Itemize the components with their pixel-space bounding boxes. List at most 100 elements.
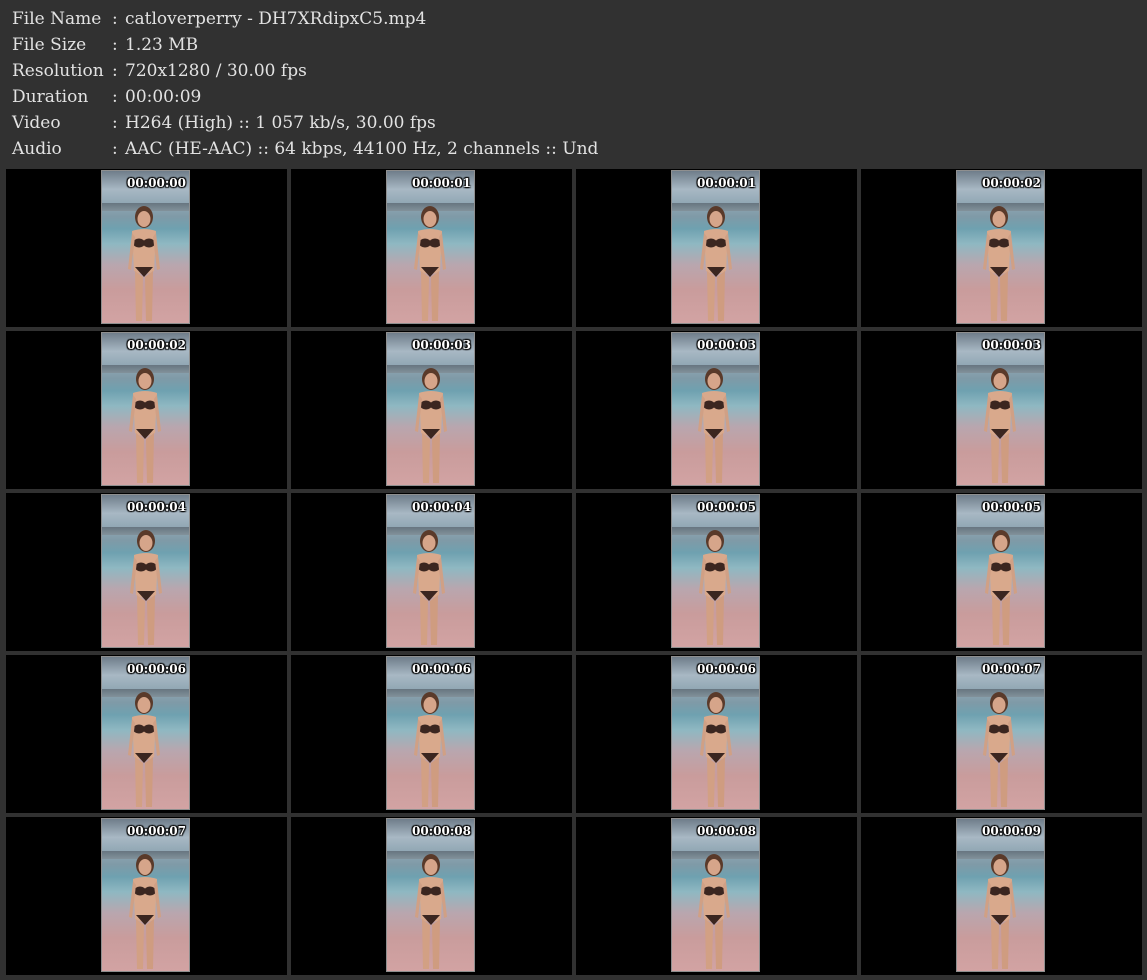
thumbnail-timestamp: 00:00:02 (127, 338, 186, 352)
video-frame-thumbnail: 00:00:09 (956, 818, 1045, 972)
info-value: 00:00:09 (125, 87, 202, 107)
info-value: 1.23 MB (125, 35, 199, 55)
thumbnail-grid: 00:00:00 00:00:01 00:00:01 00:00:02 00:00:02… (6, 169, 1143, 977)
info-value: AAC (HE-AAC) :: 64 kbps, 44100 Hz, 2 cha… (125, 139, 599, 159)
info-row-file-size: File Size : 1.23 MB (12, 32, 1132, 58)
person-figure (700, 692, 732, 807)
thumbnail-cell: 00:00:05 (576, 493, 857, 651)
thumbnail-timestamp: 00:00:07 (127, 824, 186, 838)
thumbnail-timestamp: 00:00:08 (412, 824, 471, 838)
person-figure (128, 206, 160, 321)
video-frame-thumbnail: 00:00:03 (956, 332, 1045, 486)
thumbnail-timestamp: 00:00:06 (697, 662, 756, 676)
person-figure (698, 854, 730, 969)
thumbnail-cell: 00:00:07 (861, 655, 1142, 813)
person-figure (129, 368, 161, 483)
info-label: Audio (12, 139, 62, 159)
info-separator: : (112, 139, 118, 159)
thumbnail-timestamp: 00:00:03 (697, 338, 756, 352)
thumbnail-cell: 00:00:07 (6, 817, 287, 975)
thumbnail-timestamp: 00:00:01 (697, 176, 756, 190)
person-figure (414, 692, 446, 807)
file-info-panel: File Name : catloverperry - DH7XRdipxC5.… (12, 6, 1132, 166)
thumbnail-timestamp: 00:00:02 (982, 176, 1041, 190)
video-frame-thumbnail: 00:00:04 (101, 494, 190, 648)
thumbnail-cell: 00:00:02 (861, 169, 1142, 327)
thumbnail-cell: 00:00:01 (291, 169, 572, 327)
person-figure (698, 368, 730, 483)
person-figure (984, 368, 1016, 483)
video-frame-thumbnail: 00:00:02 (956, 170, 1045, 324)
video-frame-thumbnail: 00:00:06 (386, 656, 475, 810)
thumbnail-timestamp: 00:00:03 (982, 338, 1041, 352)
person-figure (128, 692, 160, 807)
person-figure (699, 530, 731, 645)
thumbnail-cell: 00:00:08 (576, 817, 857, 975)
person-figure (413, 530, 445, 645)
thumbnail-cell: 00:00:06 (576, 655, 857, 813)
info-separator: : (112, 113, 118, 133)
thumbnail-cell: 00:00:04 (291, 493, 572, 651)
info-separator: : (112, 9, 118, 29)
person-figure (415, 368, 447, 483)
thumbnail-timestamp: 00:00:05 (982, 500, 1041, 514)
thumbnail-timestamp: 00:00:03 (412, 338, 471, 352)
thumbnail-timestamp: 00:00:06 (127, 662, 186, 676)
thumbnail-cell: 00:00:06 (6, 655, 287, 813)
video-frame-thumbnail: 00:00:01 (386, 170, 475, 324)
info-row-file-name: File Name : catloverperry - DH7XRdipxC5.… (12, 6, 1132, 32)
person-figure (984, 854, 1016, 969)
thumbnail-timestamp: 00:00:08 (697, 824, 756, 838)
info-separator: : (112, 87, 118, 107)
video-frame-thumbnail: 00:00:08 (671, 818, 760, 972)
person-figure (415, 854, 447, 969)
thumbnail-timestamp: 00:00:04 (127, 500, 186, 514)
info-label: Resolution (12, 61, 104, 81)
thumbnail-timestamp: 00:00:09 (982, 824, 1041, 838)
thumbnail-timestamp: 00:00:01 (412, 176, 471, 190)
thumbnail-timestamp: 00:00:00 (127, 176, 186, 190)
thumbnail-cell: 00:00:05 (861, 493, 1142, 651)
info-label: Duration (12, 87, 89, 107)
video-frame-thumbnail: 00:00:05 (671, 494, 760, 648)
info-row-duration: Duration : 00:00:09 (12, 84, 1132, 110)
info-separator: : (112, 61, 118, 81)
person-figure (129, 854, 161, 969)
person-figure (983, 692, 1015, 807)
info-label: Video (12, 113, 61, 133)
info-row-audio: Audio : AAC (HE-AAC) :: 64 kbps, 44100 H… (12, 136, 1132, 162)
video-frame-thumbnail: 00:00:07 (101, 818, 190, 972)
info-value: 720x1280 / 30.00 fps (125, 61, 307, 81)
info-value: H264 (High) :: 1 057 kb/s, 30.00 fps (125, 113, 436, 133)
video-frame-thumbnail: 00:00:03 (671, 332, 760, 486)
person-figure (700, 206, 732, 321)
video-frame-thumbnail: 00:00:03 (386, 332, 475, 486)
thumbnail-cell: 00:00:03 (576, 331, 857, 489)
video-frame-thumbnail: 00:00:00 (101, 170, 190, 324)
video-frame-thumbnail: 00:00:02 (101, 332, 190, 486)
person-figure (414, 206, 446, 321)
info-row-video: Video : H264 (High) :: 1 057 kb/s, 30.00… (12, 110, 1132, 136)
info-label: File Size (12, 35, 87, 55)
person-figure (983, 206, 1015, 321)
thumbnail-timestamp: 00:00:07 (982, 662, 1041, 676)
thumbnail-cell: 00:00:00 (6, 169, 287, 327)
thumbnail-timestamp: 00:00:05 (697, 500, 756, 514)
info-label: File Name (12, 9, 102, 29)
info-value: catloverperry - DH7XRdipxC5.mp4 (125, 9, 427, 29)
thumbnail-timestamp: 00:00:06 (412, 662, 471, 676)
thumbnail-cell: 00:00:01 (576, 169, 857, 327)
info-row-resolution: Resolution : 720x1280 / 30.00 fps (12, 58, 1132, 84)
thumbnail-cell: 00:00:04 (6, 493, 287, 651)
thumbnail-cell: 00:00:08 (291, 817, 572, 975)
thumbnail-cell: 00:00:06 (291, 655, 572, 813)
thumbnail-timestamp: 00:00:04 (412, 500, 471, 514)
thumbnail-cell: 00:00:02 (6, 331, 287, 489)
video-frame-thumbnail: 00:00:06 (101, 656, 190, 810)
video-frame-thumbnail: 00:00:07 (956, 656, 1045, 810)
thumbnail-cell: 00:00:03 (291, 331, 572, 489)
video-frame-thumbnail: 00:00:08 (386, 818, 475, 972)
thumbnail-cell: 00:00:09 (861, 817, 1142, 975)
person-figure (985, 530, 1017, 645)
thumbnail-cell: 00:00:03 (861, 331, 1142, 489)
